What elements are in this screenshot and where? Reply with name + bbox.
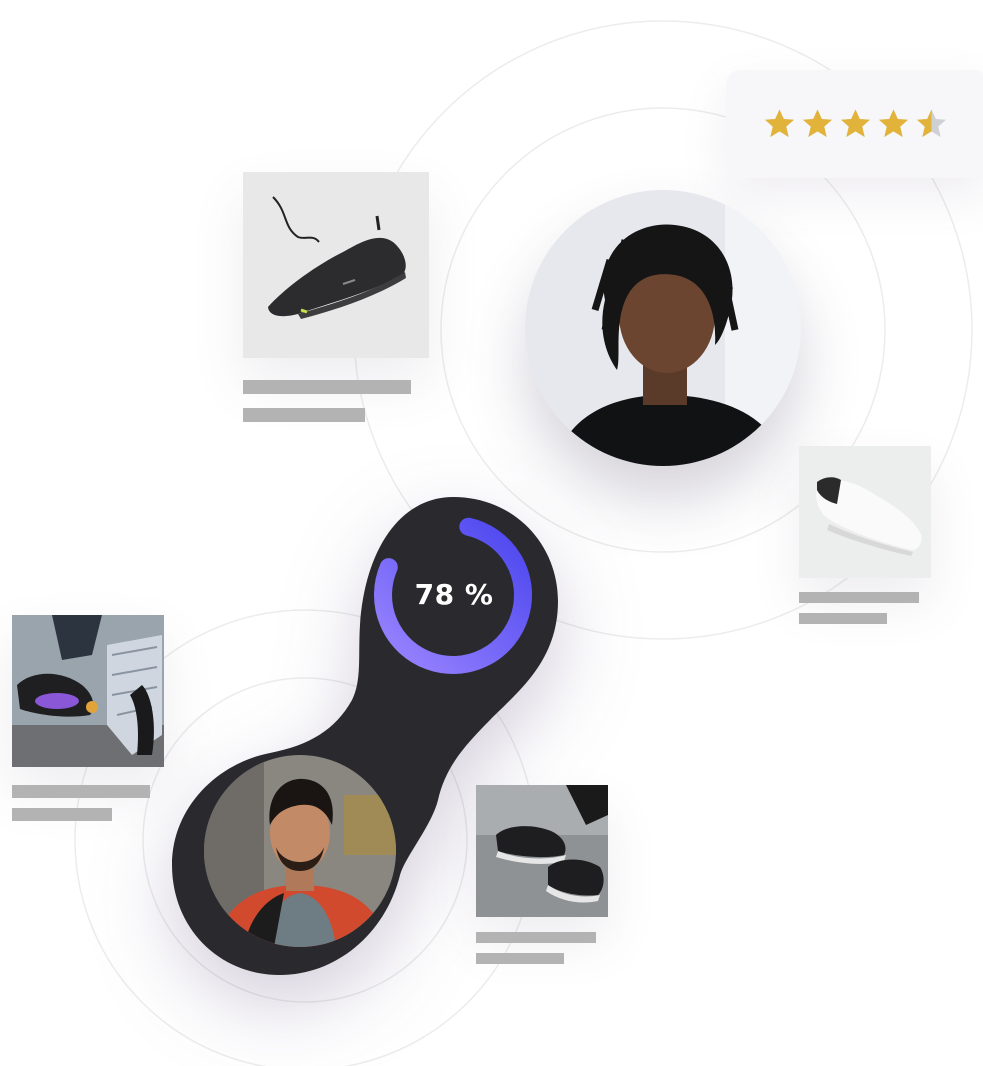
product-subtitle-placeholder xyxy=(799,613,887,624)
product-title-placeholder xyxy=(476,932,596,943)
star-icon xyxy=(840,108,871,139)
star-icon xyxy=(802,108,833,139)
product-title-placeholder xyxy=(799,592,919,603)
shoe-image xyxy=(476,785,608,917)
product-card-purple-trainer[interactable] xyxy=(12,615,164,767)
person-photo xyxy=(525,190,801,466)
person-photo xyxy=(204,755,396,947)
product-subtitle-placeholder xyxy=(243,408,365,422)
star-icon xyxy=(916,108,947,139)
product-card-black-high-top[interactable] xyxy=(476,785,608,917)
shoe-image xyxy=(799,446,931,578)
shoe-image xyxy=(12,615,164,767)
product-card-white-sneaker[interactable] xyxy=(799,446,931,578)
product-card-black-runner[interactable] xyxy=(243,172,429,358)
avatar-man-dreadlocks[interactable] xyxy=(525,190,801,466)
progress-percentage: 78 % xyxy=(414,578,494,611)
product-title-placeholder xyxy=(12,785,150,798)
product-subtitle-placeholder xyxy=(12,808,112,821)
star-icon xyxy=(878,108,909,139)
star-icon xyxy=(764,108,795,139)
avatar-man-red-jacket[interactable] xyxy=(204,755,396,947)
star-rating xyxy=(764,108,947,139)
product-title-placeholder xyxy=(243,380,411,394)
product-subtitle-placeholder xyxy=(476,953,564,964)
rating-card xyxy=(726,70,983,178)
shoe-image xyxy=(243,172,429,358)
